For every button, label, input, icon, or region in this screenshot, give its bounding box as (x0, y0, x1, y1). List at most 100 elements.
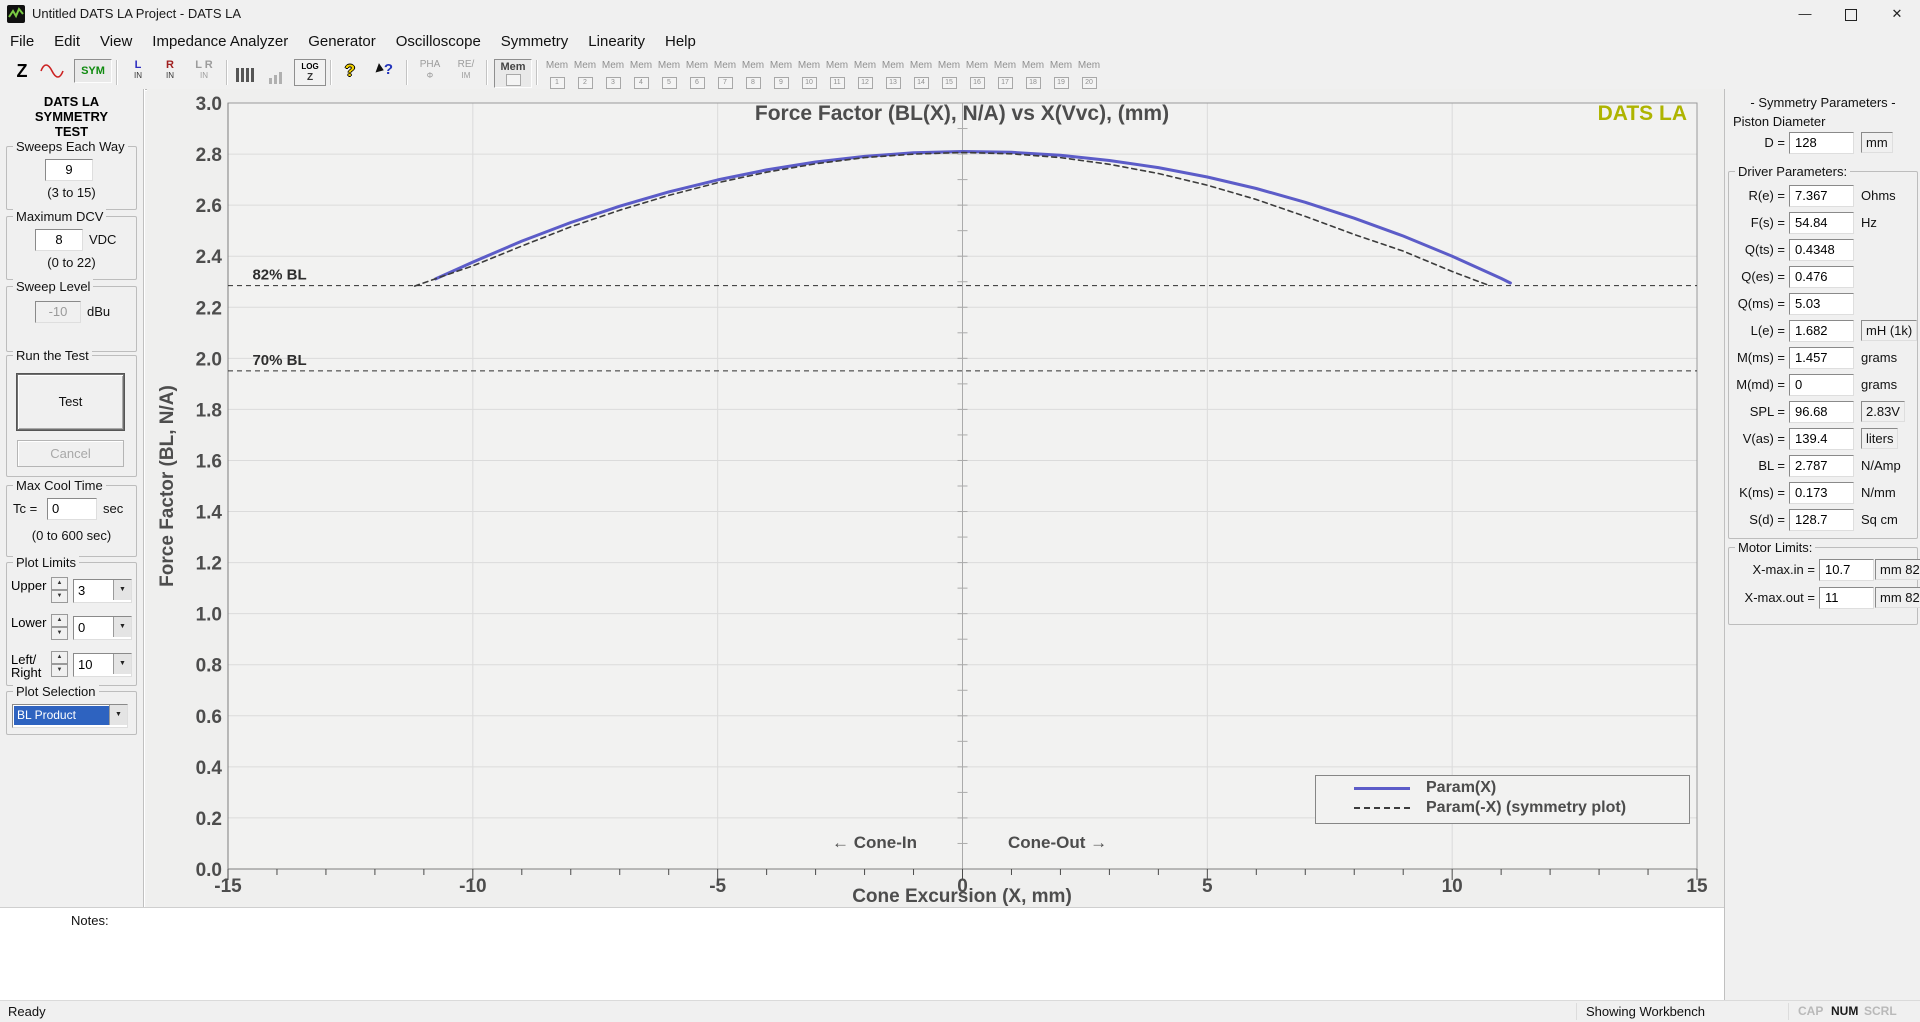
spinner-down-icon[interactable]: ▼ (51, 627, 68, 640)
parameter-input[interactable]: 2.787 (1789, 455, 1854, 477)
help-icon[interactable]: ? (338, 61, 362, 81)
spinner-up-icon[interactable]: ▲ (51, 614, 68, 627)
notes-area[interactable]: Notes: (0, 907, 1724, 1001)
parameter-unit: Hz (1861, 215, 1877, 230)
cancel-button: Cancel (17, 440, 124, 467)
parameter-input[interactable]: 1.682 (1789, 320, 1854, 342)
parameter-label: X-max.out = (1744, 590, 1815, 605)
memory-slot-number: 16 (969, 77, 985, 89)
piston-diameter-unit: mm (1861, 132, 1893, 153)
menu-item-view[interactable]: View (90, 28, 142, 56)
plot-limits-group: Plot Limits Upper ▲ ▼ 3 ▼ Lower ▲ ▼ 0 ▼ Left/ Righ… (6, 555, 137, 686)
memory-slot-number: 4 (633, 77, 649, 89)
menu-item-edit[interactable]: Edit (44, 28, 90, 56)
memory-slot-button-8: Mem 8 (740, 60, 766, 89)
parameter-unit: Sq cm (1861, 512, 1898, 527)
toolbar-separator (226, 60, 227, 85)
parameter-input[interactable]: 96.68 (1789, 401, 1854, 423)
spinner-down-icon[interactable]: ▼ (51, 590, 68, 603)
parameter-input[interactable]: 7.367 (1789, 185, 1854, 207)
parameter-label: L(e) = (1750, 323, 1785, 338)
parameter-label: Q(ts) = (1744, 242, 1785, 257)
toolbar: Z SYM L IN R IN L R IN LOG Z ? ? PHA Φ R… (0, 56, 1920, 90)
chevron-down-icon[interactable]: ▼ (113, 654, 131, 674)
parameter-input[interactable]: 0.476 (1789, 266, 1854, 288)
chevron-down-icon[interactable]: ▼ (113, 580, 131, 600)
chevron-down-icon[interactable]: ▼ (109, 705, 127, 725)
test-button[interactable]: Test (16, 373, 125, 431)
cool-time-range: (0 to 600 sec) (31, 528, 112, 543)
parameter-input[interactable]: 5.03 (1789, 293, 1854, 315)
parameter-input[interactable]: 54.84 (1789, 212, 1854, 234)
memory-slot-label: Mem (937, 60, 961, 71)
log-z-button[interactable]: LOG Z (294, 59, 326, 86)
max-dcv-input[interactable]: 8 (35, 229, 83, 251)
memory-slot-number: 17 (997, 77, 1013, 89)
max-dcv-group: Maximum DCV 8 VDC (0 to 22) (6, 209, 137, 280)
chart-legend: Param(X) Param(-X) (symmetry plot) (1315, 775, 1690, 824)
y-tick-label: 1.6 (196, 451, 222, 472)
sweeps-group: Sweeps Each Way 9 (3 to 15) (6, 139, 137, 210)
cool-time-input[interactable]: 0 (47, 498, 97, 520)
parameter-input[interactable]: 1.457 (1789, 347, 1854, 369)
maximize-button[interactable] (1828, 0, 1874, 28)
y-tick-label: 0.2 (196, 809, 222, 830)
close-button[interactable]: ✕ (1874, 0, 1920, 28)
plot-selection-dropdown[interactable]: BL Product ▼ (12, 704, 128, 728)
spinner[interactable]: ▲ ▼ (51, 651, 68, 677)
context-help-icon[interactable]: ? (368, 61, 402, 79)
memory-slot-number: 8 (745, 77, 761, 89)
sweeps-input[interactable]: 9 (45, 159, 93, 181)
parameter-input[interactable]: 0.173 (1789, 482, 1854, 504)
piston-diameter-row: D = 128 mm (1725, 132, 1920, 154)
menu-item-oscilloscope[interactable]: Oscilloscope (386, 28, 491, 56)
right-input-button[interactable]: R IN (156, 59, 184, 80)
parameter-input[interactable]: 10.7 (1819, 559, 1874, 581)
status-separator (1576, 1003, 1577, 1020)
toolbar-separator (330, 60, 331, 85)
minimize-button[interactable]: — (1782, 0, 1828, 28)
chart-area: -15 -10 -5 0 5 10 15 0.0 0.2 0.4 0.6 0.8 1.0 1.2 1.4 1.… (147, 89, 1724, 907)
status-separator (1788, 1003, 1789, 1020)
menu-item-file[interactable]: File (0, 28, 44, 56)
spinner-down-icon[interactable]: ▼ (51, 664, 68, 677)
parameter-row: Q(ms) = 5.03 (1725, 293, 1920, 315)
menu-item-help[interactable]: Help (655, 28, 706, 56)
left-input-button[interactable]: L IN (124, 59, 152, 80)
parameter-unit: liters (1861, 428, 1899, 449)
parameter-input[interactable]: 0 (1789, 374, 1854, 396)
impedance-tool-button[interactable]: Z (10, 61, 34, 82)
parameter-label: Q(es) = (1741, 269, 1785, 284)
parameter-input[interactable]: 128.7 (1789, 509, 1854, 531)
memory-slot-number: 1 (549, 77, 565, 89)
memory-slot-label: Mem (741, 60, 765, 71)
menu-item-symmetry[interactable]: Symmetry (491, 28, 579, 56)
spinner[interactable]: ▲ ▼ (51, 614, 68, 640)
plot-limit-dropdown[interactable]: 3 ▼ (73, 579, 132, 603)
menu-item-generator[interactable]: Generator (298, 28, 386, 56)
sine-wave-icon[interactable] (38, 64, 66, 83)
piston-diameter-input[interactable]: 128 (1789, 132, 1854, 154)
parameter-row: Q(ts) = 0.4348 (1725, 239, 1920, 261)
menu-item-linearity[interactable]: Linearity (578, 28, 655, 56)
parameter-label: S(d) = (1749, 512, 1785, 527)
plot-limit-dropdown[interactable]: 0 ▼ (73, 616, 132, 640)
parameter-input[interactable]: 11 (1819, 587, 1874, 609)
memory-slot-button-16: Mem 16 (964, 60, 990, 89)
chevron-down-icon[interactable]: ▼ (113, 617, 131, 637)
memory-slot-label: Mem (601, 60, 625, 71)
spinner[interactable]: ▲ ▼ (51, 577, 68, 603)
menu-item-impedance-analyzer[interactable]: Impedance Analyzer (142, 28, 298, 56)
spinner-up-icon[interactable]: ▲ (51, 651, 68, 664)
memory-button[interactable]: Mem (494, 59, 532, 88)
bar-graph-icon[interactable] (232, 64, 258, 82)
y-tick-label: 3.0 (196, 94, 222, 115)
y-tick-label: 2.6 (196, 196, 222, 217)
plot-limit-dropdown[interactable]: 10 ▼ (73, 653, 132, 677)
spinner-up-icon[interactable]: ▲ (51, 577, 68, 590)
parameter-input[interactable]: 0.4348 (1789, 239, 1854, 261)
parameter-unit: mm 82% (1875, 587, 1920, 608)
parameter-input[interactable]: 139.4 (1789, 428, 1854, 450)
dashed-line-sample (1354, 807, 1410, 809)
symmetry-tool-button[interactable]: SYM (74, 59, 112, 83)
